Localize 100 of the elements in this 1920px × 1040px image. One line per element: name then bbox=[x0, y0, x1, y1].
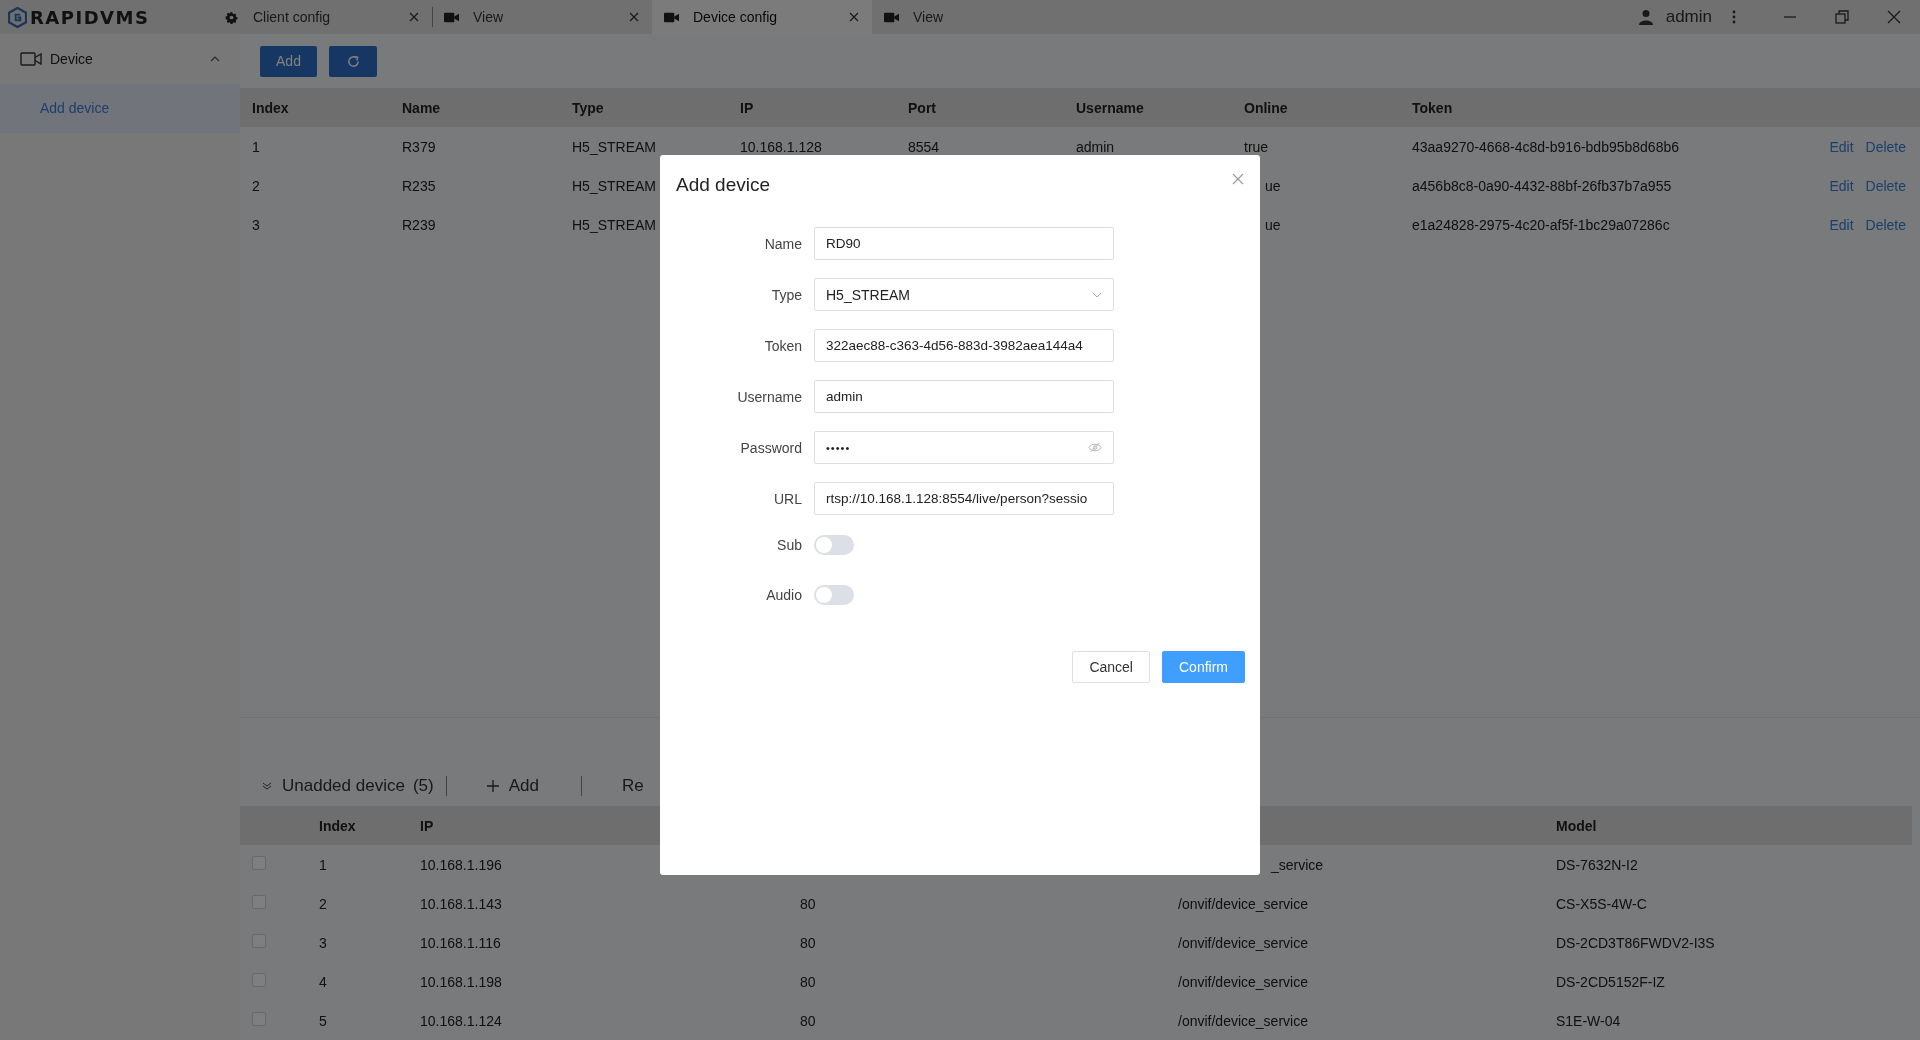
table-cell: 4 bbox=[319, 973, 327, 990]
column-header: Port bbox=[908, 99, 937, 116]
table-cell: admin bbox=[1076, 138, 1115, 155]
table-cell: R239 bbox=[402, 216, 436, 233]
table-cell: 5 bbox=[319, 1012, 327, 1029]
refresh-button[interactable] bbox=[329, 45, 377, 77]
toggle-switch[interactable] bbox=[814, 535, 854, 555]
row-action-link[interactable]: Delete bbox=[1865, 138, 1906, 155]
section-toggle[interactable]: Unadded device (5) bbox=[262, 776, 446, 796]
camera-icon bbox=[664, 10, 679, 24]
table-cell: DS-7632N-I2 bbox=[1556, 856, 1638, 873]
table-cell: R235 bbox=[402, 177, 436, 194]
table-cell: 2 bbox=[319, 895, 327, 912]
field-label: Password bbox=[739, 439, 803, 456]
table-cell: 3 bbox=[319, 934, 327, 951]
refresh-icon bbox=[345, 53, 361, 69]
column-header: IP bbox=[740, 99, 755, 116]
close-icon[interactable] bbox=[409, 12, 419, 22]
tab[interactable]: View bbox=[432, 0, 652, 34]
table-cell: ue bbox=[1265, 177, 1281, 194]
camera-icon bbox=[444, 10, 459, 24]
tab[interactable]: Client config bbox=[212, 0, 432, 34]
camera-icon bbox=[20, 51, 42, 67]
user-name[interactable]: admin bbox=[1665, 7, 1712, 27]
user-icon bbox=[1637, 9, 1654, 25]
confirm-button[interactable]: Confirm bbox=[1162, 651, 1245, 683]
close-icon[interactable] bbox=[849, 12, 859, 22]
sidebar-group[interactable]: Device bbox=[0, 34, 240, 84]
field-label: Token bbox=[763, 337, 803, 354]
column-header: Model bbox=[1556, 817, 1597, 834]
table-cell: /onvif/device_service bbox=[1178, 895, 1308, 912]
password-field[interactable]: ••••• bbox=[814, 431, 1114, 464]
row-action-link[interactable]: Edit bbox=[1829, 138, 1854, 155]
text-field[interactable]: RD90 bbox=[814, 227, 1114, 260]
table-cell: 1 bbox=[319, 856, 327, 873]
table-cell: H5_STREAM bbox=[572, 216, 657, 233]
close-icon[interactable] bbox=[1887, 10, 1901, 24]
table-cell: 10.168.1.196 bbox=[420, 856, 502, 873]
field-label: Sub bbox=[776, 537, 803, 553]
column-header: Name bbox=[402, 99, 442, 116]
field-label: Name bbox=[763, 235, 803, 252]
field-label: Type bbox=[770, 286, 803, 303]
table-cell: R379 bbox=[402, 138, 436, 155]
field-label: URL bbox=[773, 490, 803, 507]
close-icon[interactable] bbox=[1232, 173, 1244, 185]
toolbar-button[interactable]: Add bbox=[446, 776, 581, 796]
field-label: Audio bbox=[765, 587, 803, 603]
text-field[interactable]: 322aec88-c363-4d56-883d-3982aea144a4 bbox=[814, 329, 1114, 362]
gear-icon bbox=[224, 10, 239, 24]
column-header: Index bbox=[319, 817, 356, 834]
column-header: Username bbox=[1076, 99, 1145, 116]
column-header: IP bbox=[420, 817, 434, 834]
table-cell: 8554 bbox=[908, 138, 940, 155]
table-cell: S1E-W-04 bbox=[1556, 1012, 1621, 1029]
table-cell: /onvif/device_service bbox=[1178, 1012, 1308, 1029]
row-action-link[interactable]: Delete bbox=[1865, 216, 1906, 233]
row-action-link[interactable]: Edit bbox=[1829, 216, 1854, 233]
table-cell: H5_STREAM bbox=[572, 138, 657, 155]
toolbar-button[interactable]: Re bbox=[581, 776, 686, 796]
table-cell: 10.168.1.143 bbox=[420, 895, 502, 912]
table-cell: /onvif/device_service bbox=[1178, 973, 1308, 990]
tab[interactable]: View bbox=[872, 0, 1092, 34]
field-label: Username bbox=[736, 388, 803, 405]
add-button[interactable]: Add bbox=[260, 45, 317, 77]
sidebar-item[interactable]: Add device bbox=[0, 84, 240, 133]
row-action-link[interactable]: Delete bbox=[1865, 177, 1906, 194]
eye-slash-icon[interactable] bbox=[1088, 442, 1102, 453]
table-cell: 80 bbox=[800, 973, 816, 990]
more-icon[interactable] bbox=[1732, 10, 1736, 24]
table-cell: DS-2CD5152F-IZ bbox=[1556, 973, 1665, 990]
table-cell: 80 bbox=[800, 934, 816, 951]
tab[interactable]: Device config bbox=[652, 0, 872, 34]
table-cell: 10.168.1.124 bbox=[420, 1012, 502, 1029]
cancel-button[interactable]: Cancel bbox=[1072, 651, 1150, 683]
table-cell: true bbox=[1244, 138, 1269, 155]
table-cell: 10.168.1.116 bbox=[420, 934, 501, 951]
text-field[interactable]: rtsp://10.168.1.128:8554/live/person?sessio bbox=[814, 482, 1114, 515]
chevron-icon bbox=[1092, 291, 1102, 298]
toggle-switch[interactable] bbox=[814, 585, 854, 605]
table-cell: DS-2CD3T86FWDV2-I3S bbox=[1556, 934, 1715, 951]
camera-icon bbox=[884, 10, 899, 24]
table-cell: 3 bbox=[252, 216, 260, 233]
caret-icon bbox=[210, 56, 220, 62]
table-cell: 80 bbox=[800, 1012, 816, 1029]
table-cell: 43aa9270-4668-4c8d-b916-bdb95b8d68b6 bbox=[1412, 138, 1680, 155]
row-action-link[interactable]: Edit bbox=[1829, 177, 1854, 194]
text-field[interactable]: admin bbox=[814, 380, 1114, 413]
app-logo: RAPIDVMS bbox=[30, 6, 150, 28]
close-icon[interactable] bbox=[629, 12, 639, 22]
table-cell: /onvif/device_service bbox=[1178, 934, 1308, 951]
table-cell: 10.168.1.198 bbox=[420, 973, 502, 990]
table-cell: 10.168.1.128 bbox=[740, 138, 822, 155]
restore-icon[interactable] bbox=[1835, 10, 1849, 24]
table-cell: a456b8c8-0a90-4432-88bf-26fb37b7a955 bbox=[1412, 177, 1672, 194]
dialog-title: Add device bbox=[676, 174, 770, 196]
select-field[interactable]: H5_STREAM bbox=[814, 278, 1114, 311]
column-header: Type bbox=[572, 99, 605, 116]
column-header: Index bbox=[252, 99, 290, 116]
table-cell: CS-X5S-4W-C bbox=[1556, 895, 1647, 912]
table-cell: ue bbox=[1265, 216, 1281, 233]
